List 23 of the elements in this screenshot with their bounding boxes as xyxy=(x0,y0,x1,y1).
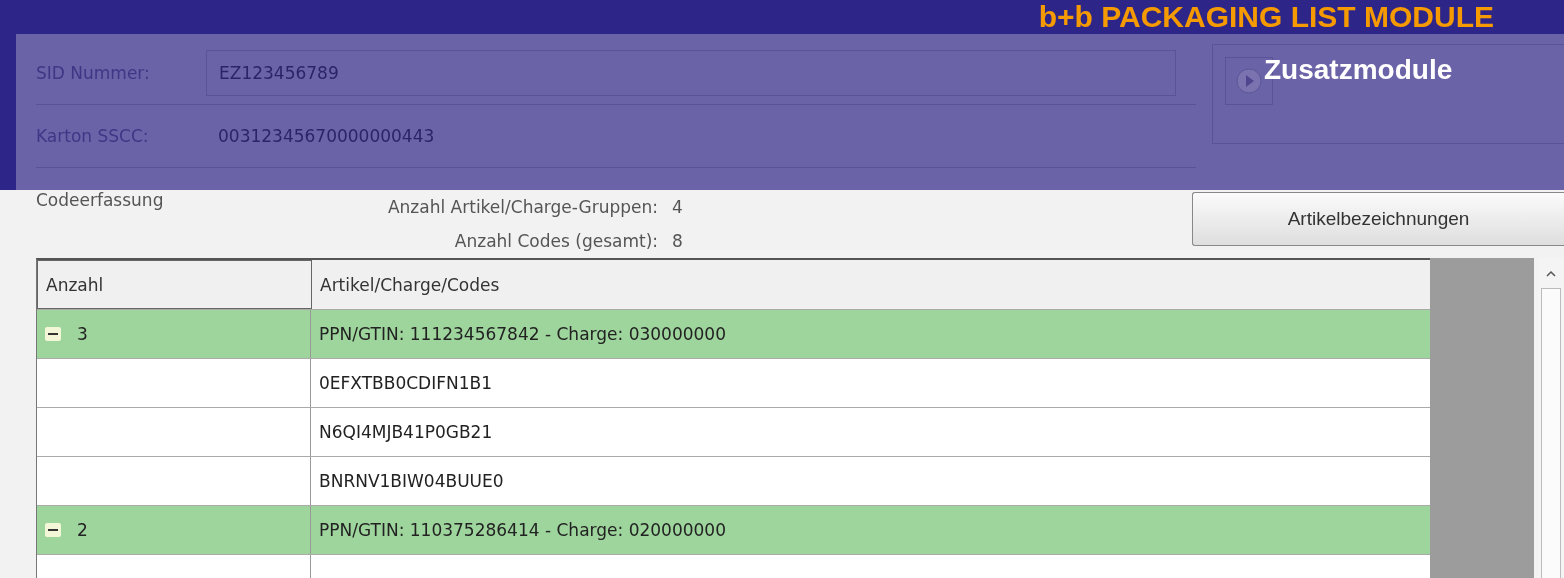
group-text: PPN/GTIN: 111234567842 - Charge: 030000000 xyxy=(319,324,726,344)
column-header[interactable]: Artikel/Charge/Codes xyxy=(312,260,1431,309)
count-cell: 2 xyxy=(77,520,88,540)
code-cell: BNRNV1BIW04BUUE0 xyxy=(319,471,504,491)
scroll-thumb[interactable] xyxy=(1541,288,1562,578)
count-label: Anzahl Artikel/Charge-Gruppen: xyxy=(387,197,658,217)
count-label: Anzahl Codes (gesamt): xyxy=(454,231,658,251)
names-button[interactable]: Artikelbezeichnungen xyxy=(1192,192,1564,246)
collapse-icon[interactable] xyxy=(45,327,61,341)
banner-subtitle: Zusatzmodule xyxy=(1264,54,1453,86)
group-text: PPN/GTIN: 110375286414 - Charge: 020000000 xyxy=(319,520,726,540)
group-row[interactable]: 3 PPN/GTIN: 111234567842 - Charge: 030000000 xyxy=(37,310,1431,359)
count-value: 8 xyxy=(672,231,684,251)
group-row[interactable]: 2 PPN/GTIN: 110375286414 - Charge: 020000000 xyxy=(37,506,1431,555)
collapse-icon[interactable] xyxy=(45,523,61,537)
banner-title: b+b PACKAGING LIST MODULE xyxy=(1038,0,1494,34)
play-icon xyxy=(1236,68,1262,94)
count-value: 4 xyxy=(672,197,684,217)
count-cell: 3 xyxy=(77,324,88,344)
section-label: Codeerfassung xyxy=(36,190,164,210)
column-header[interactable]: Anzahl xyxy=(37,260,312,309)
code-cell: N6QI4MJB41P0GB21 xyxy=(319,422,493,442)
code-cell: 0EFXTBB0CDIFN1B1 xyxy=(319,373,492,393)
